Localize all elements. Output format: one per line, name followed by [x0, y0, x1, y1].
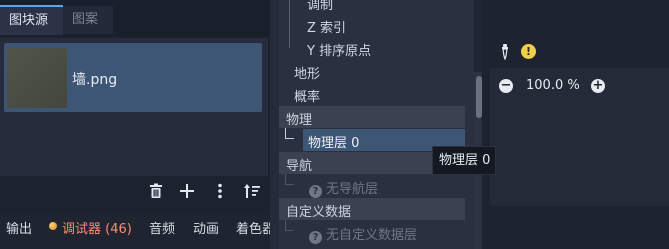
tab-shader[interactable]: 着色器	[236, 218, 270, 237]
no-navigation-layer-row: ? 无导航层	[309, 178, 378, 198]
warning-icon[interactable]: !	[521, 44, 536, 59]
zoom-in-button[interactable]: +	[591, 79, 605, 93]
tile-source-thumbnail	[7, 48, 67, 108]
physics-layer-label: 物理层 0	[308, 136, 360, 151]
section-physics-label: 物理	[286, 113, 313, 128]
property-y-sort-origin[interactable]: Y 排序原点	[307, 40, 371, 59]
property-probability[interactable]: 概率	[294, 86, 320, 105]
tab-audio[interactable]: 音频	[149, 218, 175, 237]
bottom-panel-bar	[0, 214, 270, 249]
help-icon: ?	[309, 231, 322, 244]
tree-branch-icon	[285, 174, 294, 185]
zoom-out-button[interactable]: −	[499, 79, 513, 93]
property-terrain[interactable]: 地形	[294, 63, 320, 82]
tree-guide-line	[289, 0, 291, 48]
tab-tile-sources[interactable]: 图块源	[0, 5, 63, 35]
tab-patterns[interactable]: 图案	[63, 6, 113, 34]
trash-icon[interactable]	[147, 183, 165, 201]
property-modulate[interactable]: 调制	[307, 0, 333, 13]
section-physics[interactable]: 物理	[279, 106, 465, 128]
tree-branch-icon	[285, 128, 294, 139]
kebab-menu-icon[interactable]	[211, 183, 229, 201]
tooltip: 物理层 0	[432, 146, 496, 175]
tab-animation[interactable]: 动画	[193, 218, 219, 237]
tile-source-name: 墙.png	[72, 72, 118, 88]
help-icon: ?	[309, 185, 322, 198]
zoom-level[interactable]: 100.0 %	[526, 78, 580, 93]
debugger-status-icon	[49, 222, 57, 230]
no-custom-data-layer-row: ? 无自定义数据层	[309, 224, 417, 244]
no-navigation-layer-label: 无导航层	[326, 182, 379, 197]
no-custom-data-layer-label: 无自定义数据层	[326, 228, 418, 243]
kebab-menu-icon-glyph	[218, 183, 222, 199]
panel-splitter[interactable]	[270, 0, 279, 249]
property-z-index[interactable]: Z 索引	[307, 17, 346, 36]
sort-icon-glyph	[244, 184, 260, 198]
sort-icon[interactable]	[243, 183, 261, 201]
section-custom-data[interactable]: 自定义数据	[279, 198, 465, 220]
eyedropper-icon-glyph	[502, 44, 508, 61]
eyedropper-icon[interactable]	[500, 44, 510, 64]
trash-icon-glyph	[150, 183, 162, 198]
section-navigation-label: 导航	[286, 159, 313, 174]
section-custom-data-label: 自定义数据	[286, 205, 352, 220]
plus-icon-glyph	[180, 184, 194, 198]
plus-icon[interactable]	[178, 183, 196, 201]
tab-debugger[interactable]: 调试器 (46)	[62, 218, 132, 237]
tab-output[interactable]: 输出	[6, 218, 32, 237]
tree-branch-icon	[285, 220, 294, 231]
